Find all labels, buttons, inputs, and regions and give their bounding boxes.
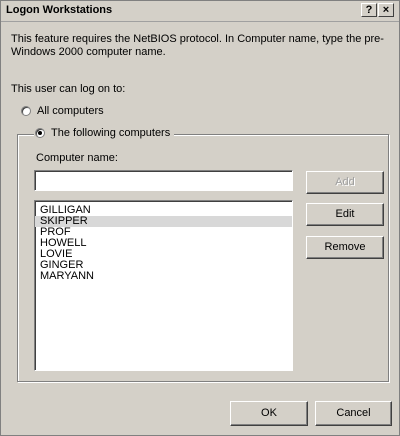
computer-list-item[interactable]: HOWELL	[35, 238, 292, 249]
radio-following-computers[interactable]: The following computers	[34, 127, 175, 139]
title-bar: Logon Workstations ? ×	[1, 1, 399, 22]
edit-button[interactable]: Edit	[306, 203, 384, 226]
close-button[interactable]: ×	[378, 3, 394, 17]
computer-list-items: GILLIGAN SKIPPER PROF HOWELL LOVIE GINGER MARY…	[35, 201, 292, 282]
computer-list-item[interactable]: SKIPPER	[35, 216, 292, 227]
computer-list[interactable]: GILLIGAN SKIPPER PROF HOWELL LOVIE GINGER MARY…	[34, 200, 293, 371]
computer-list-item[interactable]: MARYANN	[35, 271, 292, 282]
help-button[interactable]: ?	[361, 3, 377, 17]
logon-workstations-dialog: Logon Workstations ? × This feature requ…	[0, 0, 400, 436]
radio-following-label: The following computers	[51, 127, 171, 139]
computer-name-field[interactable]	[34, 170, 293, 191]
remove-button[interactable]: Remove	[306, 236, 384, 259]
logon-label: This user can log on to:	[11, 83, 126, 95]
ok-button[interactable]: OK	[230, 401, 308, 426]
radio-all-computers[interactable]: All computers	[21, 105, 104, 117]
computer-name-label: Computer name:	[36, 152, 118, 164]
intro-text: This feature requires the NetBIOS protoc…	[11, 33, 384, 58]
radio-all-label: All computers	[37, 105, 104, 117]
cancel-button[interactable]: Cancel	[315, 401, 392, 426]
radio-all-circle[interactable]	[21, 106, 31, 116]
radio-following-circle[interactable]	[35, 128, 45, 138]
add-button[interactable]: Add	[306, 171, 384, 194]
computer-name-input[interactable]	[38, 172, 292, 190]
dialog-title: Logon Workstations	[6, 4, 113, 16]
